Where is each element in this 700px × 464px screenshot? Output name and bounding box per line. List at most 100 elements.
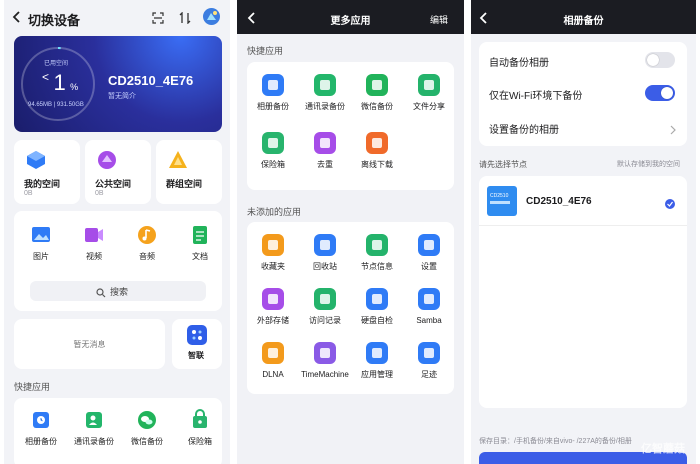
video-icon[interactable] <box>82 223 106 247</box>
set-albums-label[interactable]: 设置备份的相册 <box>489 121 559 136</box>
favorites-icon <box>262 234 284 256</box>
group-space-card[interactable]: 群组空间 <box>156 140 222 204</box>
quick-app-item[interactable]: 通讯录备份 <box>299 72 351 124</box>
unadded-app-item[interactable]: 节点信息 <box>351 232 403 280</box>
photo-backup-panel: 相册备份 自动备份相册 仅在Wi-Fi环境下备份 设置备份的相册 请先选择节点 … <box>471 0 696 464</box>
quick-app-item[interactable]: 去重 <box>299 130 351 182</box>
safe-label[interactable]: 保险箱 <box>170 437 230 447</box>
node-info-icon <box>366 234 388 256</box>
usage-percent: < 1 % <box>42 70 78 96</box>
quick-app-label: 相册备份 <box>257 102 289 111</box>
document-icon[interactable] <box>188 223 212 247</box>
unadded-app-item[interactable]: 硬盘自检 <box>351 286 403 334</box>
unadded-app-item[interactable]: Samba <box>403 286 455 334</box>
percent-prefix: < <box>42 70 50 84</box>
auto-backup-toggle[interactable] <box>645 52 675 68</box>
quick-app-label: 通讯录备份 <box>305 102 345 111</box>
unadded-app-label: 设置 <box>421 262 437 271</box>
unadded-app-item[interactable]: 应用管理 <box>351 340 403 388</box>
my-space-count: 0B <box>24 190 33 197</box>
unadded-app-item[interactable]: 设置 <box>403 232 455 280</box>
audio-icon[interactable] <box>135 223 159 247</box>
unadded-app-item[interactable]: TimeMachine <box>299 340 351 388</box>
search-label: 搜索 <box>110 287 129 297</box>
document-label[interactable]: 文档 <box>170 252 230 262</box>
external-storage-icon <box>262 288 284 310</box>
video-label[interactable]: 视频 <box>64 252 124 262</box>
search-bar[interactable]: 搜索 <box>30 281 206 301</box>
unadded-apps-card: 收藏夹 回收站 节点信息 设置外部存储 访问记录 硬盘自检 Samba DLNA TimeMac… <box>247 222 454 394</box>
node-list-card: CD2510 CD2510_4E76 <box>479 176 687 408</box>
my-space-card[interactable]: 我的空间 0B <box>14 140 80 204</box>
no-message-text: 暂无消息 <box>73 340 106 349</box>
safe-icon <box>262 132 284 154</box>
quick-app-item[interactable]: 离线下载 <box>351 130 403 182</box>
avatar[interactable] <box>203 8 220 25</box>
quick-app-item[interactable]: 文件分享 <box>403 72 455 124</box>
unadded-app-item[interactable]: 访问记录 <box>299 286 351 334</box>
save-directory: 保存目录：/手机备份/来自vivo- /227A的备份/相册 <box>479 436 632 446</box>
offline-download-icon <box>366 132 388 154</box>
watermark: 亿智蘑菇 <box>641 443 685 455</box>
back-icon[interactable] <box>12 10 22 24</box>
unadded-app-label: 访问记录 <box>309 316 341 325</box>
image-icon[interactable] <box>29 223 53 247</box>
samba-icon <box>418 288 440 310</box>
chevron-right-icon[interactable] <box>669 122 677 140</box>
photo-backup-icon <box>262 74 284 96</box>
quick-app-item[interactable]: 保险箱 <box>247 130 299 182</box>
transfer-icon[interactable] <box>179 11 191 29</box>
save-dir-path: /手机备份/来自vivo- /227A的备份/相册 <box>514 438 632 445</box>
footprint-icon <box>418 342 440 364</box>
public-space-label: 公共空间 <box>95 179 132 189</box>
unadded-app-item[interactable]: 外部存储 <box>247 286 299 334</box>
unadded-app-item[interactable]: 回收站 <box>299 232 351 280</box>
unadded-app-item[interactable]: DLNA <box>247 340 299 388</box>
media-card: 图片 视频 音频 文档 搜索 <box>14 211 222 311</box>
node-item[interactable]: CD2510 CD2510_4E76 <box>479 176 687 226</box>
device-card[interactable]: 已用空间 < 1 % 94.65MB | 931.50GB CD2510_4E7… <box>14 36 222 132</box>
backup-settings-card: 自动备份相册 仅在Wi-Fi环境下备份 设置备份的相册 <box>479 42 687 146</box>
audio-label[interactable]: 音频 <box>117 252 177 262</box>
safe-icon[interactable] <box>188 408 212 432</box>
usage-text: 94.65MB | 931.50GB <box>28 102 84 108</box>
unadded-app-label: 足迹 <box>421 370 437 379</box>
node-name: CD2510_4E76 <box>526 196 592 207</box>
my-space-icon <box>26 150 46 170</box>
wifi-only-toggle[interactable] <box>645 85 675 101</box>
contacts-backup-icon[interactable] <box>82 408 106 432</box>
contacts-backup-label[interactable]: 通讯录备份 <box>64 437 124 447</box>
quick-app-item[interactable]: 相册备份 <box>247 72 299 124</box>
nas-thumb-text: CD2510 <box>490 193 509 199</box>
public-space-icon <box>97 150 117 170</box>
quick-app-label: 文件分享 <box>413 102 445 111</box>
file-share-icon <box>418 74 440 96</box>
settings-icon <box>418 234 440 256</box>
switch-device-title[interactable]: 切换设备 <box>28 10 80 29</box>
scan-icon[interactable] <box>152 11 164 29</box>
unadded-app-label: 外部存储 <box>257 316 289 325</box>
zhilian-icon <box>187 325 207 345</box>
unadded-app-label: 应用管理 <box>361 370 393 379</box>
unadded-app-label: 回收站 <box>313 262 337 271</box>
disk-check-icon <box>366 288 388 310</box>
time-machine-icon <box>314 342 336 364</box>
zhilian-label: 智联 <box>188 351 204 360</box>
edit-button[interactable]: 编辑 <box>430 13 448 26</box>
wechat-backup-label[interactable]: 微信备份 <box>117 437 177 447</box>
image-label[interactable]: 图片 <box>11 252 71 262</box>
photo-backup-icon[interactable] <box>29 408 53 432</box>
zhilian-card[interactable]: 智联 <box>172 319 222 369</box>
quick-app-item[interactable]: 微信备份 <box>351 72 403 124</box>
unadded-app-label: 收藏夹 <box>261 262 285 271</box>
auto-backup-label: 自动备份相册 <box>489 58 549 69</box>
wechat-backup-icon[interactable] <box>135 408 159 432</box>
message-card[interactable]: 暂无消息 <box>14 319 165 369</box>
nas-device-icon: CD2510 <box>487 186 517 216</box>
public-space-card[interactable]: 公共空间 0B <box>85 140 151 204</box>
photo-backup-label[interactable]: 相册备份 <box>11 437 71 447</box>
dedupe-icon <box>314 132 336 154</box>
percent-sign: % <box>70 82 79 92</box>
unadded-app-item[interactable]: 足迹 <box>403 340 455 388</box>
unadded-app-item[interactable]: 收藏夹 <box>247 232 299 280</box>
